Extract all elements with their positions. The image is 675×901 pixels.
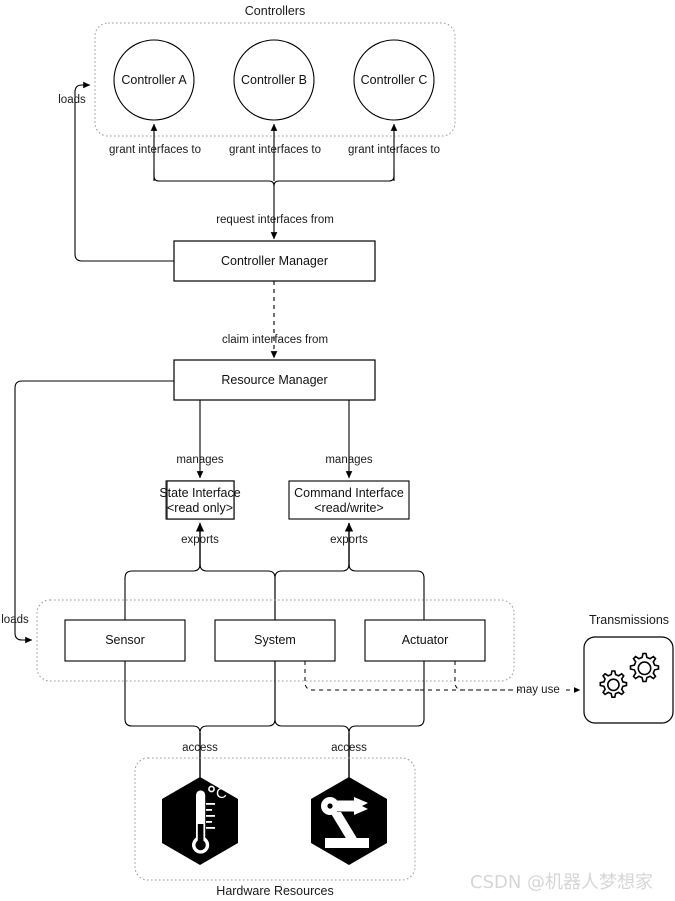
exports-bracket-left (124, 563, 276, 620)
edge-may-use-actuator (454, 661, 520, 691)
edge-label-access-right: access (331, 742, 367, 754)
system-box (214, 619, 336, 662)
edge-label-access-left: access (182, 742, 218, 754)
sensor-box (64, 619, 186, 662)
access-bracket-right (274, 661, 425, 734)
edge-label-grant-b: grant interfaces to (228, 144, 322, 156)
edge-loads-components (14, 380, 174, 644)
edge-label-manages-state: manages (176, 454, 224, 466)
edge-may-use-system (304, 661, 420, 691)
resource-manager-box (173, 359, 376, 401)
edge-label-exports-command: exports (330, 534, 368, 546)
edge-label-grant-a: grant interfaces to (108, 144, 202, 156)
diagram-canvas: C Controllers Controller A Controller B … (0, 0, 675, 901)
transmissions-title: Transmissions (588, 613, 670, 627)
edge-label-request-interfaces: request interfaces from (216, 214, 334, 226)
hardware-resources-title: Hardware Resources (216, 884, 334, 898)
edge-label-claim-interfaces: claim interfaces from (221, 334, 329, 346)
command-interface-box (288, 480, 410, 520)
edge-label-loads-controllers: loads (58, 94, 86, 106)
controller-c-circle (353, 39, 435, 121)
controller-manager-box (173, 240, 376, 282)
state-interface-box-inner (166, 480, 235, 520)
access-bracket-left (124, 661, 276, 734)
exports-bracket-right (274, 563, 425, 620)
svg-text:C: C (216, 785, 227, 802)
controller-b-circle (233, 39, 315, 121)
edge-label-may-use: may use (516, 684, 560, 696)
edge-label-manages-command: manages (325, 454, 373, 466)
edge-label-loads-components: loads (1, 614, 29, 626)
thermometer-hexagon: C (162, 777, 238, 865)
robot-arm-hexagon (311, 777, 387, 865)
actuator-box (364, 619, 486, 662)
transmissions-box (583, 636, 674, 724)
edge-label-grant-c: grant interfaces to (347, 144, 441, 156)
controller-a-circle (113, 39, 195, 121)
csdn-watermark: CSDN @机器人梦想家 (470, 872, 654, 893)
controllers-container-title: Controllers (244, 4, 306, 18)
diagram-vector-layer: C (14, 22, 674, 881)
edge-label-exports-state: exports (181, 534, 219, 546)
